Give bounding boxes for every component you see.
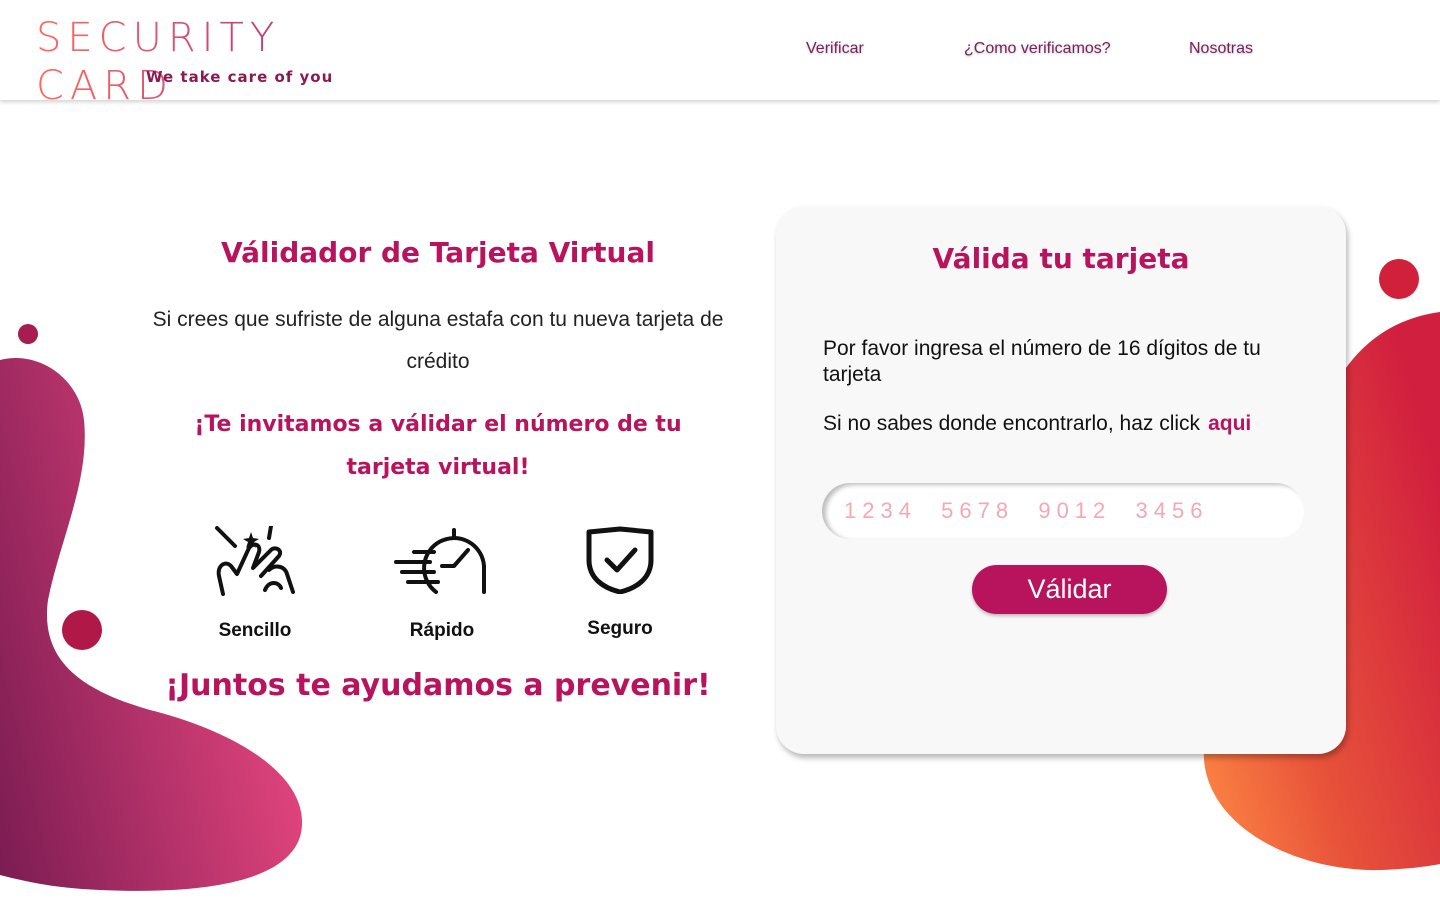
closing-slogan: ¡Juntos te ayudamos a prevenir! — [165, 668, 711, 703]
intro-section: Válidador de Tarjeta Virtual Si crees qu… — [128, 230, 748, 703]
logo-text: SECURITY CARD — [36, 14, 436, 110]
help-link-aqui[interactable]: aqui — [1208, 412, 1251, 435]
feature-label: Sencillo — [218, 620, 292, 641]
shield-check-icon — [586, 526, 654, 594]
invite-text: ¡Te invitamos a válidar el número de tu … — [194, 412, 682, 480]
fast-clock-icon — [394, 528, 486, 594]
page-title: Válidador de Tarjeta Virtual — [221, 236, 655, 269]
nav-link-como-verificamos[interactable]: ¿Como verificamos? — [964, 40, 1111, 58]
card-help-text: Si no sabes donde encontrarlo, haz click — [823, 412, 1201, 435]
feature-label: Seguro — [587, 618, 653, 639]
site-header: SECURITY CARD We take care of you Verifi… — [0, 0, 1440, 109]
feature-rapido: Rápido — [372, 526, 512, 642]
card-number-input[interactable] — [822, 483, 1304, 539]
nav-link-verificar[interactable]: Verificar — [806, 40, 864, 58]
feature-sencillo: Sencillo — [185, 526, 325, 642]
logo[interactable]: SECURITY CARD We take care of you — [36, 14, 436, 109]
magic-hand-icon — [215, 526, 295, 596]
validate-button[interactable]: Válidar — [972, 565, 1167, 614]
feature-list: Sencillo Rápido Seguro — [128, 526, 748, 646]
card-help: Si no sabes donde encontrarlo, haz click… — [823, 412, 1303, 436]
card-title: Válida tu tarjeta — [932, 242, 1190, 275]
feature-label: Rápido — [409, 620, 475, 641]
validation-card: Válida tu tarjeta Por favor ingresa el n… — [776, 206, 1346, 754]
nav-link-nosotras[interactable]: Nosotras — [1189, 40, 1253, 58]
logo-tagline: We take care of you — [146, 68, 334, 86]
card-instruction: Por favor ingresa el número de 16 dígito… — [823, 337, 1261, 386]
feature-seguro: Seguro — [550, 526, 690, 640]
intro-text: Si crees que sufriste de alguna estafa c… — [152, 308, 724, 373]
